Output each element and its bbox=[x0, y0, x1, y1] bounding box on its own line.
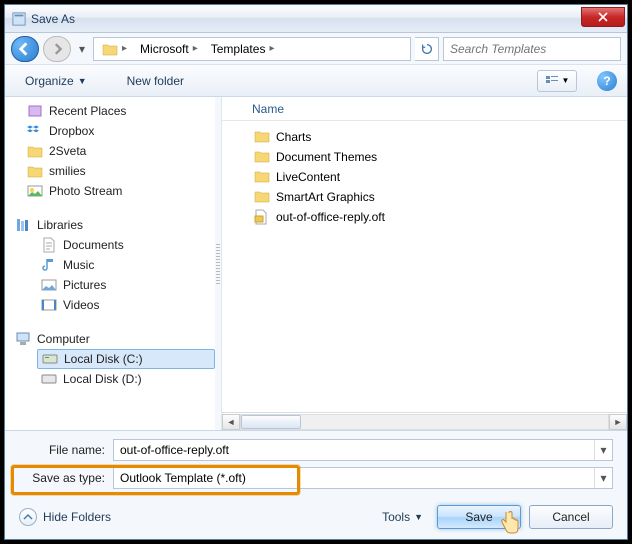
save-button[interactable]: Save bbox=[437, 505, 521, 529]
organize-button[interactable]: Organize ▼ bbox=[15, 70, 97, 92]
filetype-row: Save as type: Outlook Template (*.oft) ▾ bbox=[19, 467, 613, 489]
breadcrumb[interactable]: ▸ Microsoft ▸ Templates ▸ bbox=[93, 37, 411, 61]
chevron-down-icon: ▼ bbox=[562, 76, 570, 85]
tree-dropbox[interactable]: Dropbox bbox=[23, 121, 215, 141]
chevron-right-icon: ▸ bbox=[193, 43, 198, 54]
body-area: Recent Places Dropbox 2Sveta smilies Pho… bbox=[5, 97, 627, 431]
bottom-panel: File name: ▾ Save as type: Outlook Templ… bbox=[5, 431, 627, 539]
search-box[interactable] bbox=[443, 37, 621, 61]
tree-local-disk-d[interactable]: Local Disk (D:) bbox=[37, 369, 215, 389]
list-item[interactable]: out-of-office-reply.oft bbox=[250, 207, 627, 227]
scroll-left-button[interactable]: ◄ bbox=[222, 414, 240, 430]
tree-documents[interactable]: Documents bbox=[37, 235, 215, 255]
chevron-down-icon: ▼ bbox=[78, 76, 87, 86]
tree-pictures[interactable]: Pictures bbox=[37, 275, 215, 295]
chevron-down-icon: ▼ bbox=[414, 512, 423, 522]
filetype-field[interactable]: Outlook Template (*.oft) ▾ bbox=[113, 467, 613, 489]
tools-button[interactable]: Tools ▼ bbox=[376, 506, 429, 528]
filetype-label: Save as type: bbox=[19, 471, 113, 485]
filename-input[interactable] bbox=[114, 443, 594, 457]
list-item[interactable]: SmartArt Graphics bbox=[250, 187, 627, 207]
filename-row: File name: ▾ bbox=[19, 439, 613, 461]
breadcrumb-root[interactable]: ▸ bbox=[96, 38, 134, 60]
file-list-pane: Name Charts Document Themes LiveContent … bbox=[221, 97, 627, 430]
filename-label: File name: bbox=[19, 443, 113, 457]
tree-2sveta[interactable]: 2Sveta bbox=[23, 141, 215, 161]
titlebar: Save As bbox=[5, 5, 627, 33]
tree-recent-places[interactable]: Recent Places bbox=[23, 101, 215, 121]
horizontal-scrollbar[interactable]: ◄ ► bbox=[222, 412, 627, 430]
cancel-button[interactable]: Cancel bbox=[529, 505, 613, 529]
tree-videos[interactable]: Videos bbox=[37, 295, 215, 315]
breadcrumb-templates[interactable]: Templates ▸ bbox=[205, 38, 282, 60]
app-icon bbox=[11, 11, 27, 27]
filename-dropdown-icon[interactable]: ▾ bbox=[594, 440, 612, 460]
scroll-thumb[interactable] bbox=[241, 415, 301, 429]
hide-folders-button[interactable]: Hide Folders bbox=[19, 508, 111, 526]
breadcrumb-microsoft[interactable]: Microsoft ▸ bbox=[134, 38, 205, 60]
filetype-value: Outlook Template (*.oft) bbox=[114, 471, 594, 485]
breadcrumb-label: Microsoft bbox=[140, 42, 189, 56]
breadcrumb-label: Templates bbox=[211, 42, 266, 56]
nav-history-dropdown[interactable]: ▾ bbox=[75, 38, 89, 60]
back-button[interactable] bbox=[11, 36, 39, 62]
search-input[interactable] bbox=[444, 42, 620, 56]
scroll-track[interactable] bbox=[240, 414, 609, 430]
view-options-button[interactable]: ▼ bbox=[537, 70, 577, 92]
close-button[interactable] bbox=[581, 7, 625, 27]
tree-smilies[interactable]: smilies bbox=[23, 161, 215, 181]
save-as-dialog: Save As ▾ ▸ Microsoft ▸ Templates ▸ bbox=[4, 4, 628, 540]
refresh-button[interactable] bbox=[415, 37, 439, 61]
tree-photo-stream[interactable]: Photo Stream bbox=[23, 181, 215, 201]
navigation-row: ▾ ▸ Microsoft ▸ Templates ▸ bbox=[5, 33, 627, 65]
list-item[interactable]: LiveContent bbox=[250, 167, 627, 187]
chevron-up-icon bbox=[19, 508, 37, 526]
help-button[interactable]: ? bbox=[597, 71, 617, 91]
list-item[interactable]: Charts bbox=[250, 127, 627, 147]
window-title: Save As bbox=[31, 12, 581, 26]
toolbar: Organize ▼ New folder ▼ ? bbox=[5, 65, 627, 97]
list-item[interactable]: Document Themes bbox=[250, 147, 627, 167]
filetype-dropdown-icon[interactable]: ▾ bbox=[594, 468, 612, 488]
tree-music[interactable]: Music bbox=[37, 255, 215, 275]
chevron-right-icon: ▸ bbox=[269, 43, 274, 54]
tree-local-disk-c[interactable]: Local Disk (C:) bbox=[37, 349, 215, 369]
file-list[interactable]: Charts Document Themes LiveContent Smart… bbox=[222, 121, 627, 412]
column-header-name[interactable]: Name bbox=[222, 97, 627, 121]
chevron-right-icon: ▸ bbox=[122, 43, 127, 54]
new-folder-button[interactable]: New folder bbox=[117, 70, 194, 92]
forward-button[interactable] bbox=[43, 36, 71, 62]
filename-field[interactable]: ▾ bbox=[113, 439, 613, 461]
folder-tree[interactable]: Recent Places Dropbox 2Sveta smilies Pho… bbox=[5, 97, 215, 430]
tree-libraries[interactable]: Libraries bbox=[11, 215, 215, 235]
scroll-right-button[interactable]: ► bbox=[609, 414, 627, 430]
tree-computer[interactable]: Computer bbox=[11, 329, 215, 349]
